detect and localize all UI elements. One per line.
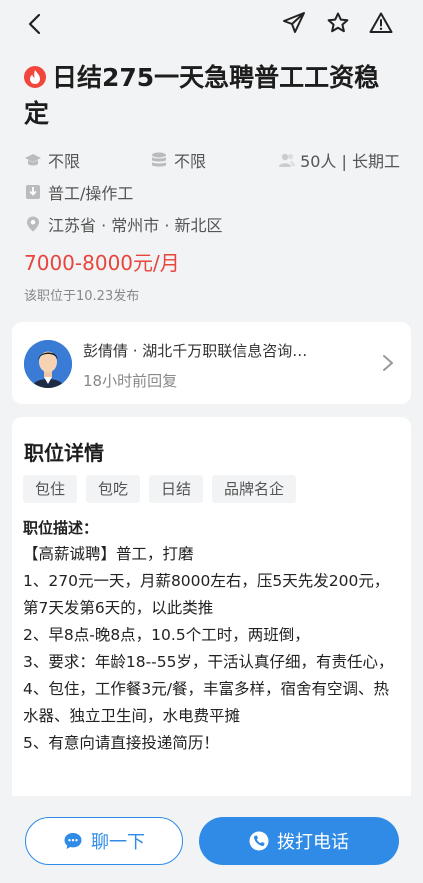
benefit-tag: 日结 — [149, 475, 204, 503]
favorite-star-icon[interactable] — [326, 11, 350, 35]
job-title-row: 日结275一天急聘普工工资稳定 — [24, 60, 399, 132]
chat-button-label: 聊一下 — [91, 832, 145, 853]
description-line: 1、270元一天，月薪8000左右，压5天先发200元，第7天发第6天的，以此类… — [23, 572, 390, 617]
call-button-label: 拨打电话 — [277, 832, 349, 853]
category-row: 普工/操作工 — [24, 180, 133, 204]
detail-heading: 职位详情 — [24, 441, 104, 465]
description-line: 4、包住，工作餐3元/餐，丰富多样，宿舍有空调、热水器、独立卫生间，水电费平摊 — [23, 680, 389, 725]
headcount-value: 50人 | 长期工 — [300, 152, 400, 171]
graduation-cap-icon — [25, 154, 41, 166]
download-box-icon — [26, 185, 40, 199]
call-button[interactable]: 拨打电话 — [199, 817, 399, 865]
job-description: 【高薪诚聘】普工，打磨 1、270元一天，月薪8000左右，压5天先发200元，… — [23, 541, 401, 757]
category-value: 普工/操作工 — [48, 184, 134, 203]
posted-date: 该职位于10.23发布 — [24, 289, 140, 304]
recruiter-card[interactable]: 彭倩倩 · 湖北千万职联信息咨询… 18小时前回复 — [12, 322, 411, 404]
headcount-row: 50人 | 长期工 — [278, 148, 400, 172]
location-row: 江苏省 · 常州市 · 新北区 — [24, 212, 223, 236]
education-row: 不限 — [24, 148, 80, 172]
recruiter-reply-time: 18小时前回复 — [83, 372, 178, 390]
recruiter-avatar — [24, 340, 72, 388]
report-warning-icon[interactable] — [369, 11, 393, 35]
description-line: 【高薪诚聘】普工，打磨 — [23, 545, 194, 563]
benefit-tag: 包吃 — [86, 475, 141, 503]
experience-row: 不限 — [150, 148, 206, 172]
description-title: 职位描述： — [23, 519, 99, 537]
top-bar — [0, 0, 423, 48]
job-header: 日结275一天急聘普工工资稳定 — [0, 60, 423, 132]
description-line: 3、要求：年龄18--55岁，干活认真仔细，有责任心， — [23, 653, 394, 671]
benefit-tags: 包住 包吃 日结 品牌名企 — [23, 475, 305, 503]
recruiter-name: 彭倩倩 · 湖北千万职联信息咨询… — [83, 342, 308, 360]
salary-range: 7000-8000元/月 — [24, 251, 180, 275]
location-value: 江苏省 · 常州市 · 新北区 — [48, 216, 223, 235]
location-pin-icon — [27, 216, 39, 232]
share-send-icon[interactable] — [282, 11, 306, 35]
description-line: 2、早8点-晚8点，10.5个工时，两班倒， — [23, 626, 310, 644]
database-icon — [152, 152, 166, 167]
people-icon — [279, 153, 296, 167]
job-title: 日结275一天急聘普工工资稳定 — [24, 63, 380, 128]
chat-bubble-icon — [64, 833, 82, 849]
bottom-action-bar: 聊一下 拨打电话 — [0, 796, 423, 883]
back-chevron-icon[interactable] — [24, 12, 48, 36]
chevron-right-icon[interactable] — [381, 353, 395, 373]
chat-button[interactable]: 聊一下 — [25, 817, 183, 865]
benefit-tag: 包住 — [23, 475, 78, 503]
job-detail-card: 职位详情 包住 包吃 日结 品牌名企 职位描述： 【高薪诚聘】普工，打磨 1、2… — [12, 417, 411, 807]
fire-icon — [24, 66, 46, 88]
phone-icon — [249, 831, 269, 851]
education-value: 不限 — [48, 152, 81, 171]
description-line: 5、有意向请直接投递简历！ — [23, 734, 219, 752]
benefit-tag: 品牌名企 — [212, 475, 297, 503]
experience-value: 不限 — [174, 152, 207, 171]
